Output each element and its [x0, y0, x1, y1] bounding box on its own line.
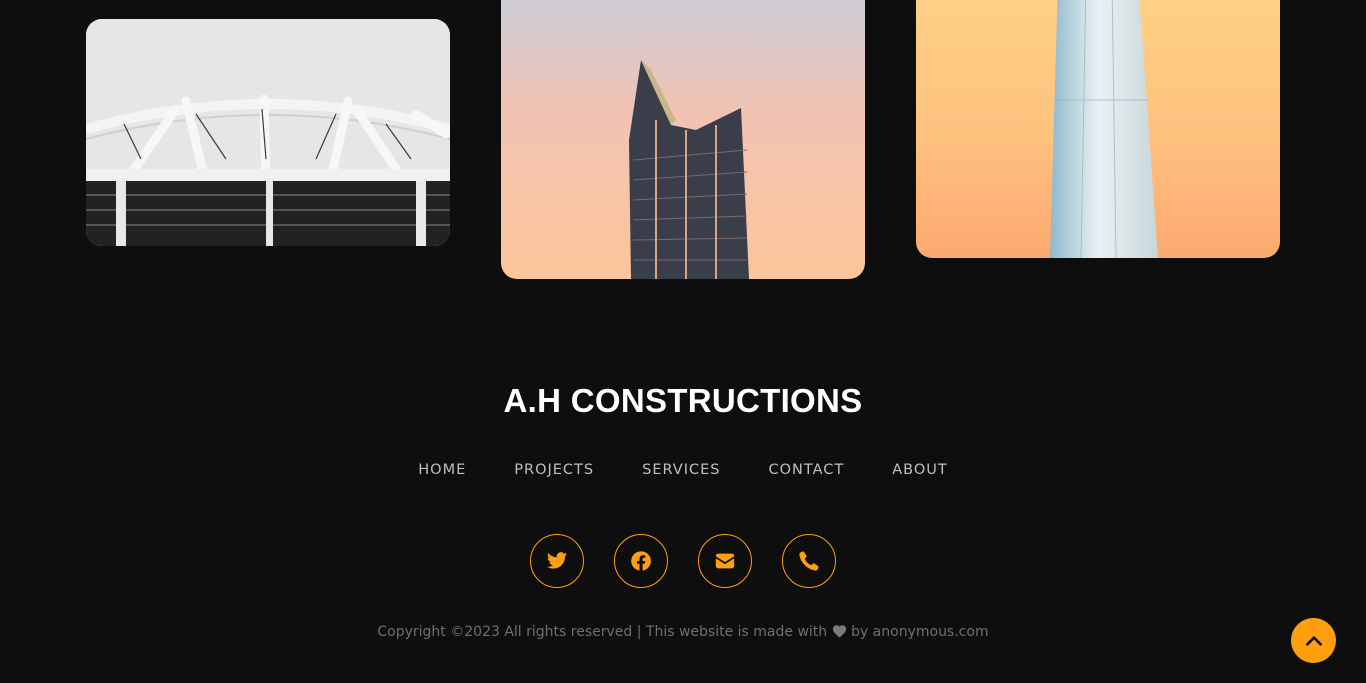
nav-link-about[interactable]: ABOUT [892, 462, 948, 478]
twitter-button[interactable] [530, 534, 584, 588]
phone-button[interactable] [782, 534, 836, 588]
social-links [0, 534, 1366, 588]
facebook-button[interactable] [614, 534, 668, 588]
tower-image [501, 0, 865, 279]
footer-nav: HOME PROJECTS SERVICES CONTACT ABOUT [0, 462, 1366, 478]
nav-link-contact[interactable]: CONTACT [768, 462, 844, 478]
heart-icon [832, 624, 847, 638]
copyright-suffix: by anonymous.com [851, 624, 989, 640]
phone-icon [799, 551, 819, 571]
copyright-text: Copyright ©2023 All rights reserved | Th… [0, 624, 1366, 640]
email-button[interactable] [698, 534, 752, 588]
twitter-icon [546, 552, 568, 569]
nav-link-projects[interactable]: PROJECTS [514, 462, 594, 478]
pillar-image [916, 0, 1280, 258]
chevron-up-icon [1305, 635, 1322, 646]
nav-link-home[interactable]: HOME [418, 462, 466, 478]
footer-brand-title: A.H CONSTRUCTIONS [503, 382, 863, 419]
facebook-icon [631, 551, 651, 571]
stadium-image [86, 19, 450, 246]
copyright-prefix: Copyright ©2023 All rights reserved | Th… [377, 624, 828, 640]
nav-link-services[interactable]: SERVICES [642, 462, 720, 478]
scroll-to-top-button[interactable] [1291, 618, 1336, 663]
envelope-icon [715, 553, 735, 569]
